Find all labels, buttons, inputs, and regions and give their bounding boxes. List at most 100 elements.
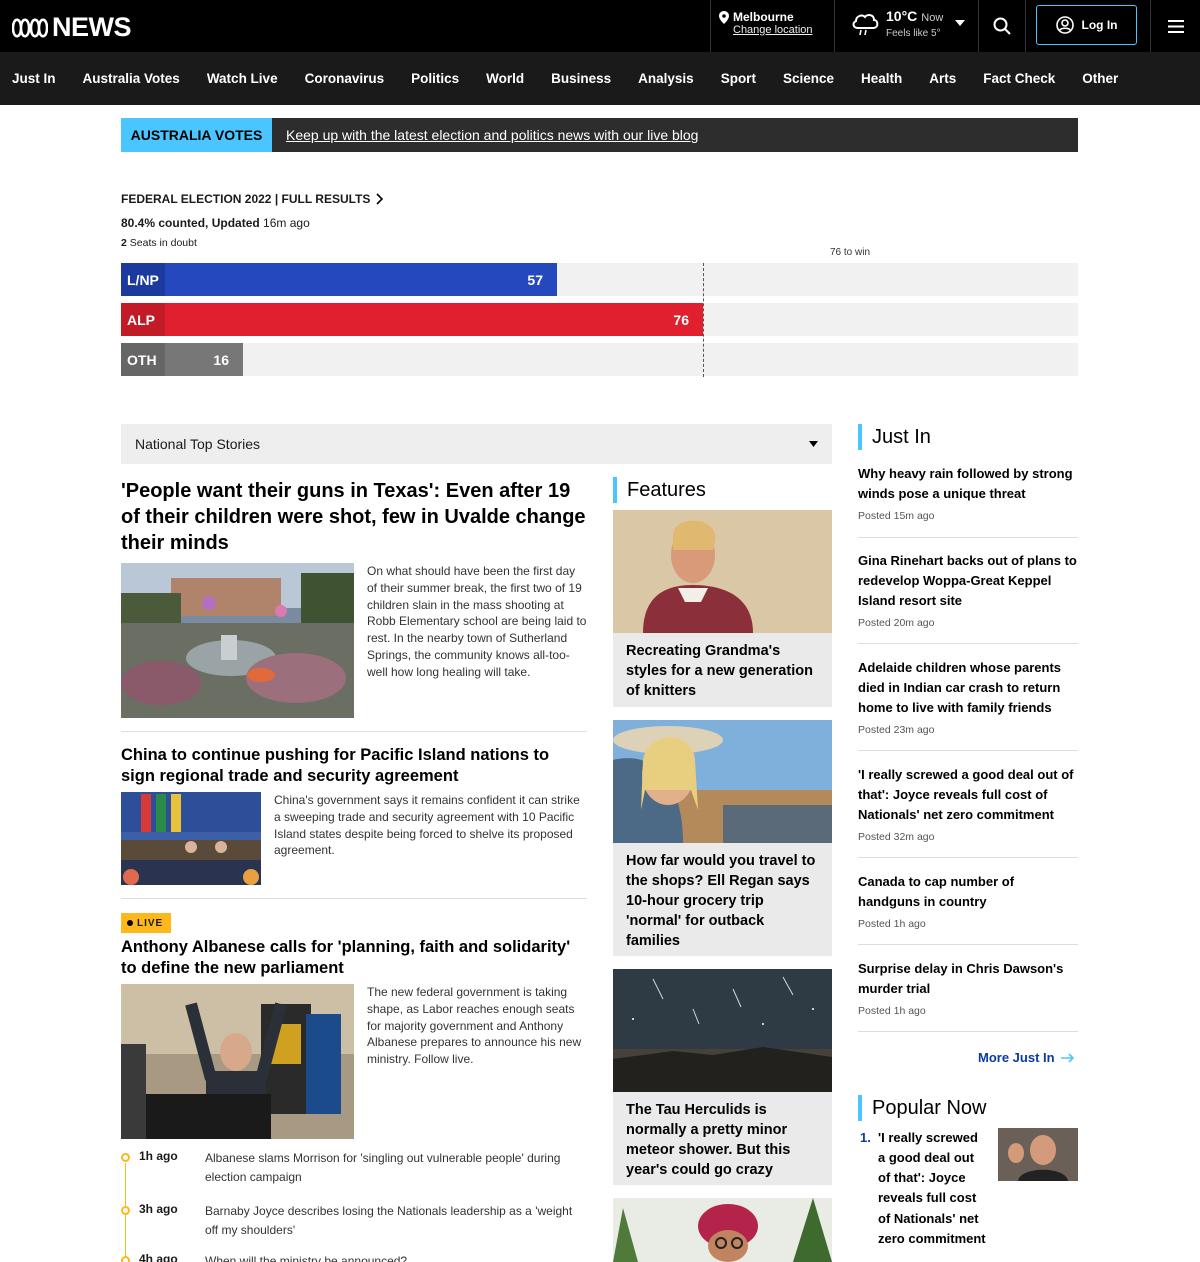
live-update[interactable]: 4h ago When will the ministry be announc… [121,1252,587,1262]
just-in-time: Posted 23m ago [858,724,935,737]
top-bar: NEWS Melbourne Change location 10°C Now F… [0,0,1200,52]
just-in-time: Posted 15m ago [858,510,935,523]
seat-count: 76 [673,311,689,328]
nav-business[interactable]: Business [551,71,611,86]
just-in-time: Posted 32m ago [858,831,935,844]
user-circle-icon [1055,16,1074,34]
abc-news-logo[interactable]: NEWS [12,12,132,43]
feature-card[interactable]: How far would you travel to the shops? E… [613,720,832,956]
australia-votes-banner[interactable]: AUSTRALIA VOTES Keep up with the latest … [121,118,1078,152]
lead-story-headline[interactable]: 'People want their guns in Texas': Even … [121,478,587,556]
hamburger-menu-icon [1167,19,1184,33]
just-in-title: Adelaide children whose parents died in … [858,660,1061,716]
search-button[interactable] [978,0,1026,52]
feature-card[interactable]: Recreating Grandma's styles for a new ge… [613,510,832,707]
popular-title[interactable]: 'I really screwed a good deal out of tha… [878,1128,988,1249]
timeline-dot-icon [121,1206,130,1215]
menu-button[interactable] [1150,0,1200,52]
more-just-in-link[interactable]: More Just In [978,1050,1075,1065]
seat-bar-track: 16 OTH [121,343,1078,376]
weather-widget[interactable]: 10°C Now Feels like 5° [850,8,943,39]
nav-analysis[interactable]: Analysis [638,71,694,86]
election-results-link[interactable]: FEDERAL ELECTION 2022 | FULL RESULTS [121,192,384,206]
knitting-woman-image [613,510,832,633]
election-title: FEDERAL ELECTION 2022 | FULL RESULTS [121,192,371,206]
win-threshold-line [703,263,704,377]
nav-fact-check[interactable]: Fact Check [983,71,1055,86]
election-seat-chart: 57 L/NP 76 ALP 16 OTH [121,263,1078,377]
live-update[interactable]: 3h ago Barnaby Joyce describes losing th… [121,1202,587,1247]
nav-watch-live[interactable]: Watch Live [207,71,278,86]
seat-bar-track: 57 L/NP [121,263,1078,296]
top-stories-selector[interactable]: National Top Stories [121,424,832,464]
main-nav: Just In Australia Votes Watch Live Coron… [0,52,1200,105]
nav-other[interactable]: Other [1082,71,1118,86]
live-update[interactable]: 1h ago Albanese slams Morrison for 'sing… [121,1149,587,1194]
seat-count: 57 [527,271,543,288]
china-story-blurb: China's government says it remains confi… [274,793,580,858]
just-in-item[interactable]: Adelaide children whose parents died in … [858,658,1078,751]
uvalde-memorial-image[interactable] [121,563,354,718]
nav-science[interactable]: Science [783,71,834,86]
albanese-story-headline[interactable]: Anthony Albanese calls for 'planning, fa… [121,937,587,980]
timeline-dot-icon [121,1153,130,1162]
nav-australia-votes[interactable]: Australia Votes [83,71,180,86]
barnaby-joyce-image[interactable] [998,1128,1078,1181]
nav-just-in[interactable]: Just In [12,71,56,86]
china-story-headline[interactable]: China to continue pushing for Pacific Is… [121,745,587,788]
albanese-image[interactable] [121,984,354,1139]
feature-card[interactable] [613,1198,832,1262]
nav-coronavirus[interactable]: Coronavirus [305,71,385,86]
weather-feels-like: Feels like 5° [886,28,941,39]
seat-bar-lnp: 57 [121,263,557,296]
weather-chevron-down-icon[interactable] [955,20,965,26]
meteor-shower-image [613,969,832,1092]
nav-politics[interactable]: Politics [411,71,459,86]
china-pacific-meeting-image[interactable] [121,792,261,885]
seat-count: 16 [213,351,229,368]
nav-world[interactable]: World [486,71,524,86]
just-in-title: Canada to cap number of handguns in coun… [858,874,1015,910]
seats-in-doubt: 2 Seats in doubt [121,237,197,249]
just-in-item[interactable]: Gina Rinehart backs out of plans to rede… [858,551,1078,644]
log-in-label: Log In [1081,18,1118,32]
weather-temp: 10°C [886,8,918,24]
weather-now-label: Now [921,12,944,24]
just-in-item[interactable]: Why heavy rain followed by strong winds … [858,464,1078,538]
nav-arts[interactable]: Arts [929,71,956,86]
abc-logo-icon [12,17,48,38]
story-divider [121,731,587,732]
section-accent [858,424,862,450]
banner-link[interactable]: Keep up with the latest election and pol… [272,118,1078,152]
update-text: Albanese slams Morrison for 'singling ou… [205,1151,561,1185]
update-time: 3h ago [139,1202,178,1216]
lead-story-blurb: On what should have been the first day o… [367,564,587,679]
popular-now-heading: Popular Now [858,1095,987,1121]
just-in-item[interactable]: Canada to cap number of handguns in coun… [858,872,1078,945]
just-in-time: Posted 1h ago [858,918,926,931]
nav-sport[interactable]: Sport [721,71,756,86]
nav-health[interactable]: Health [861,71,902,86]
update-text: Barnaby Joyce describes losing the Natio… [205,1204,573,1238]
feature-card[interactable]: The Tau Herculids is normally a pretty m… [613,969,832,1185]
log-in-button[interactable]: Log In [1036,5,1137,45]
story-divider [121,898,587,899]
popular-rank: 1. [860,1130,871,1145]
feature-title: Recreating Grandma's styles for a new ge… [626,643,813,699]
location-selector[interactable]: Melbourne Change location [710,0,835,52]
just-in-title: 'I really screwed a good deal out of tha… [858,767,1074,823]
feature-title: The Tau Herculids is normally a pretty m… [626,1102,791,1178]
banner-tag: AUSTRALIA VOTES [121,118,272,152]
just-in-heading: Just In [858,424,931,450]
just-in-item[interactable]: 'I really screwed a good deal out of tha… [858,765,1078,858]
change-location-link[interactable]: Change location [733,24,834,36]
update-text: When will the ministry be announced? [205,1254,408,1262]
chevron-down-icon [809,441,818,447]
just-in-item[interactable]: Surprise delay in Chris Dawson's murder … [858,959,1078,1032]
update-time: 4h ago [139,1252,178,1262]
outback-woman-image [613,720,832,843]
just-in-time: Posted 20m ago [858,617,935,630]
features-heading: Features [613,477,706,503]
live-dot-icon [127,920,133,926]
win-threshold-label: 76 to win [830,247,871,258]
